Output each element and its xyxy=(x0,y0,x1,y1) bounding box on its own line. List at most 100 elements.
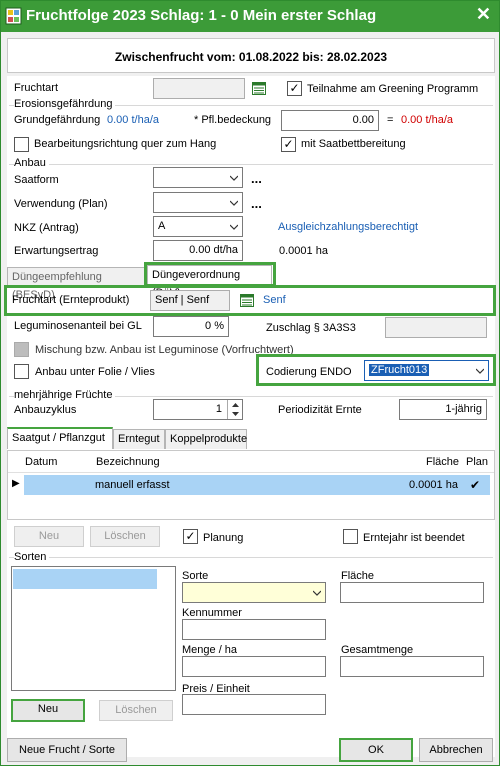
abbrechen-button[interactable]: Abbrechen xyxy=(419,738,493,762)
chevron-down-icon xyxy=(230,200,238,206)
flaeche-label: Fläche xyxy=(341,570,375,582)
erntejahr-label: Erntejahr ist beendet xyxy=(363,532,465,544)
column-header-datum: Datum xyxy=(25,456,58,468)
erntejahr-checkbox[interactable] xyxy=(343,529,358,544)
leguminosenanteil-input[interactable]: 0 % xyxy=(153,316,229,337)
table-icon[interactable] xyxy=(240,294,254,307)
greening-label: Teilnahme am Greening Programm xyxy=(307,83,479,95)
nkz-label: NKZ (Antrag) xyxy=(14,222,79,234)
column-header-bezeichnung: Bezeichnung xyxy=(96,456,160,468)
nkz-select[interactable]: A xyxy=(153,216,243,237)
window-title: Fruchtfolge 2023 Schlag: 1 - 0 Mein erst… xyxy=(26,7,377,24)
codierung-select[interactable]: ZFrucht013 xyxy=(364,360,489,381)
sorten-loeschen-button[interactable]: Löschen xyxy=(99,700,173,721)
leguminosenanteil-label: Leguminosenanteil bei GL xyxy=(14,320,142,332)
spin-up-icon[interactable] xyxy=(228,400,243,409)
app-icon xyxy=(5,7,22,25)
chevron-down-icon xyxy=(230,175,238,181)
menge-input[interactable] xyxy=(182,656,326,677)
table-icon[interactable] xyxy=(252,82,266,95)
saatgut-table: Datum Bezeichnung Fläche Plan ▶ manuell … xyxy=(7,450,495,520)
tab-saatgut-label: Saatgut / Pflanzgut xyxy=(12,432,105,444)
fruchtart-ernteprodukt-label: Fruchtart (Ernteprodukt) xyxy=(12,294,130,306)
divider xyxy=(9,557,493,558)
menge-label: Menge / ha xyxy=(182,644,238,656)
verwendung-select[interactable] xyxy=(153,192,243,213)
anbauzyklus-value: 1 xyxy=(215,403,222,415)
fruchtart-ernteprodukt-link[interactable]: Senf xyxy=(263,294,286,306)
sorten-neu-button[interactable]: Neu xyxy=(11,699,85,722)
row-marker-icon: ▶ xyxy=(12,478,20,489)
periodizitaet-input[interactable]: 1-jährig xyxy=(399,399,487,420)
table-header xyxy=(8,451,494,473)
erwartungsertrag-label: Erwartungsertrag xyxy=(14,245,99,257)
mischung-checkbox[interactable] xyxy=(14,342,29,357)
nkz-value: A xyxy=(158,220,166,232)
folie-checkbox[interactable] xyxy=(14,364,29,379)
spin-buttons[interactable] xyxy=(227,400,242,419)
gesamtmenge-label: Gesamtmenge xyxy=(341,644,414,656)
anbau-section-title: Anbau xyxy=(14,157,49,169)
list-item[interactable] xyxy=(13,569,157,589)
close-icon[interactable]: ✕ xyxy=(476,4,491,25)
column-header-flaeche: Fläche xyxy=(426,456,460,468)
zuschlag-label: Zuschlag § 3A3S3 xyxy=(266,322,356,334)
row-flaeche: 0.0001 ha xyxy=(409,479,458,491)
neue-frucht-button[interactable]: Neue Frucht / Sorte xyxy=(7,738,127,762)
planung-label: Planung xyxy=(203,532,244,544)
erosion-result-value: 0.00 t/ha/a xyxy=(401,114,453,126)
tab-koppelprodukte[interactable]: Koppelprodukte xyxy=(165,429,247,449)
verwendung-label: Verwendung (Plan) xyxy=(14,198,108,210)
saatgut-loeschen-button[interactable]: Löschen xyxy=(90,526,160,547)
planung-checkbox[interactable]: ✓ xyxy=(183,529,198,544)
pflanzenbedeckung-label: * Pfl.bedeckung xyxy=(194,114,272,126)
kennnummer-label: Kennummer xyxy=(182,607,242,619)
quer-zum-hang-label: Bearbeitungsrichtung quer zum Hang xyxy=(34,138,217,150)
row-bezeichnung: manuell erfasst xyxy=(95,479,170,491)
codierung-label: Codierung ENDO xyxy=(266,366,352,378)
zwischenfrucht-panel: Zwischenfrucht vom: 01.08.2022 bis: 28.0… xyxy=(7,38,495,73)
table-row[interactable]: manuell erfasst 0.0001 ha ✔ xyxy=(24,475,490,495)
pflanzenbedeckung-input[interactable]: 0.00 xyxy=(281,110,379,131)
saatgut-neu-button[interactable]: Neu xyxy=(14,526,84,547)
saatform-select[interactable] xyxy=(153,167,243,188)
tab-saatgut[interactable]: Saatgut / Pflanzgut xyxy=(7,427,113,449)
divider xyxy=(9,164,493,165)
equals-sign: = xyxy=(387,114,394,126)
ok-button[interactable]: OK xyxy=(339,738,413,762)
fruchtart-label: Fruchtart xyxy=(14,82,59,94)
gesamtmenge-input[interactable] xyxy=(340,656,484,677)
folie-label: Anbau unter Folie / Vlies xyxy=(35,366,155,378)
spin-down-icon[interactable] xyxy=(228,410,243,419)
chevron-down-icon xyxy=(230,224,238,230)
sorten-list[interactable] xyxy=(11,566,176,691)
sorten-section-title: Sorten xyxy=(14,551,50,563)
tab-duengeempfehlung[interactable]: Düngeempfehlung (BESyD) xyxy=(7,267,145,301)
erwartungsertrag-input[interactable]: 0.00 dt/ha xyxy=(153,240,243,261)
mehrjaehrig-section-title: mehrjährige Früchte xyxy=(14,389,116,401)
saatform-label: Saatform xyxy=(14,174,59,186)
preis-input[interactable] xyxy=(182,694,326,715)
greening-checkbox[interactable]: ✓ xyxy=(287,81,302,96)
quer-zum-hang-checkbox[interactable] xyxy=(14,137,29,152)
tab-highlight xyxy=(144,262,276,287)
saatform-more-button[interactable]: ... xyxy=(251,171,262,186)
verwendung-more-button[interactable]: ... xyxy=(251,196,262,211)
flaeche-input[interactable] xyxy=(340,582,484,603)
zuschlag-input[interactable] xyxy=(385,317,487,338)
tab-koppelprodukte-label: Koppelprodukte xyxy=(170,433,248,445)
sorte-label: Sorte xyxy=(182,570,209,582)
fruchtart-ernteprodukt-input[interactable]: Senf | Senf xyxy=(150,290,230,311)
kennnummer-input[interactable] xyxy=(182,619,326,640)
column-header-plan: Plan xyxy=(466,456,489,468)
grundgefaehrdung-value: 0.00 t/ha/a xyxy=(107,114,159,126)
sorte-select[interactable] xyxy=(182,582,326,603)
mischung-label: Mischung bzw. Anbau ist Leguminose (Vorf… xyxy=(35,344,294,356)
fruchtart-input[interactable] xyxy=(153,78,245,99)
codierung-value: ZFrucht013 xyxy=(369,364,430,376)
anbauzyklus-label: Anbauzyklus xyxy=(14,404,77,416)
tab-erntegut[interactable]: Erntegut xyxy=(113,429,165,449)
saatbett-checkbox[interactable]: ✓ xyxy=(281,137,296,152)
ausgleichzahlung-link[interactable]: Ausgleichzahlungsberechtigt xyxy=(278,221,418,233)
title-bar: Fruchtfolge 2023 Schlag: 1 - 0 Mein erst… xyxy=(1,1,499,32)
